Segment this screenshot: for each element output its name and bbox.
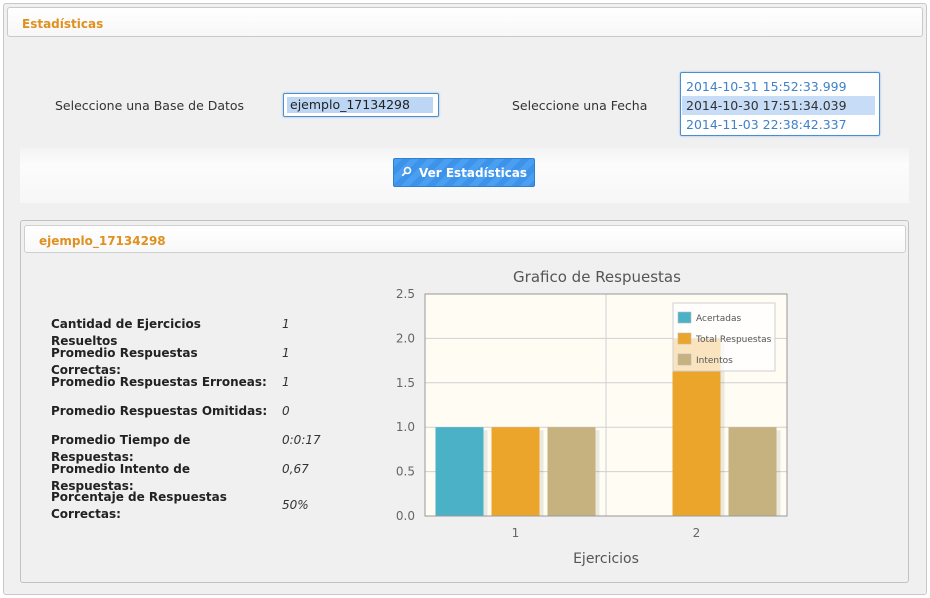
stat-value: 1 bbox=[282, 317, 290, 331]
stat-value: 0:0:17 bbox=[282, 433, 321, 447]
y-tick-label: 2.0 bbox=[396, 331, 415, 345]
chart: 0.0 0.5 1.0 1.5 2.0 2.5 1 2 Grafico de Respuest… bbox=[360, 262, 790, 572]
stat-value: 1 bbox=[282, 346, 290, 360]
database-label: Seleccione una Base de Datos bbox=[55, 98, 245, 113]
database-input-value: ejemplo_17134298 bbox=[287, 97, 433, 113]
chart-title: Grafico de Respuestas bbox=[513, 268, 681, 286]
legend-swatch bbox=[677, 332, 692, 345]
page-header: Estadísticas bbox=[7, 7, 923, 37]
date-listbox[interactable]: 2014-10-31 15:52:33.999 2014-10-30 17:51:… bbox=[680, 72, 880, 136]
stat-label: Promedio Respuestas Erroneas: bbox=[51, 375, 267, 389]
date-option[interactable]: 2014-11-03 22:38:42.337 bbox=[682, 115, 875, 134]
view-statistics-button[interactable]: Ver Estadísticas bbox=[393, 158, 535, 187]
legend-swatch bbox=[677, 353, 692, 366]
stat-value: 50% bbox=[282, 498, 309, 512]
bar-intentos bbox=[728, 427, 777, 516]
bar-total-respuestas bbox=[491, 427, 540, 516]
results-title: ejemplo_17134298 bbox=[39, 234, 166, 248]
stat-value: 1 bbox=[282, 375, 290, 389]
stat-label: Promedio Respuestas Omitidas: bbox=[51, 404, 268, 418]
results-header: ejemplo_17134298 bbox=[24, 225, 906, 253]
stat-value: 0,67 bbox=[282, 462, 309, 476]
bar-chart-svg: 0.0 0.5 1.0 1.5 2.0 2.5 1 2 Grafico de Respuest… bbox=[396, 268, 788, 567]
legend-label: Acertadas bbox=[696, 314, 741, 324]
legend-label: Intentos bbox=[696, 356, 733, 366]
date-label: Seleccione una Fecha bbox=[512, 98, 648, 113]
legend-swatch bbox=[677, 311, 692, 324]
x-tick-label: 2 bbox=[693, 526, 701, 540]
chart-xlabel: Ejercicios bbox=[573, 551, 639, 567]
search-icon bbox=[401, 166, 412, 180]
page-title: Estadísticas bbox=[22, 17, 104, 31]
legend-label: Total Respuestas bbox=[695, 335, 772, 345]
chart-legend: Acertadas Total Respuestas Intentos bbox=[672, 302, 776, 372]
x-tick-label: 1 bbox=[512, 526, 520, 540]
y-tick-label: 1.5 bbox=[396, 376, 415, 390]
stat-value: 0 bbox=[282, 404, 290, 418]
bar-acertadas bbox=[435, 427, 484, 516]
view-statistics-label: Ver Estadísticas bbox=[418, 165, 528, 180]
bar-intentos bbox=[547, 427, 596, 516]
y-tick-label: 0.5 bbox=[396, 465, 415, 479]
stat-label: Porcentaje de Respuestas Correctas: bbox=[51, 490, 227, 521]
date-option[interactable]: 2014-10-30 17:51:34.039 bbox=[682, 96, 875, 115]
date-option[interactable]: 2014-10-31 15:52:33.999 bbox=[682, 77, 875, 96]
y-tick-label: 1.0 bbox=[396, 420, 415, 434]
y-tick-label: 0.0 bbox=[396, 509, 415, 523]
database-input[interactable]: ejemplo_17134298 bbox=[283, 93, 439, 117]
y-tick-label: 2.5 bbox=[396, 287, 415, 301]
